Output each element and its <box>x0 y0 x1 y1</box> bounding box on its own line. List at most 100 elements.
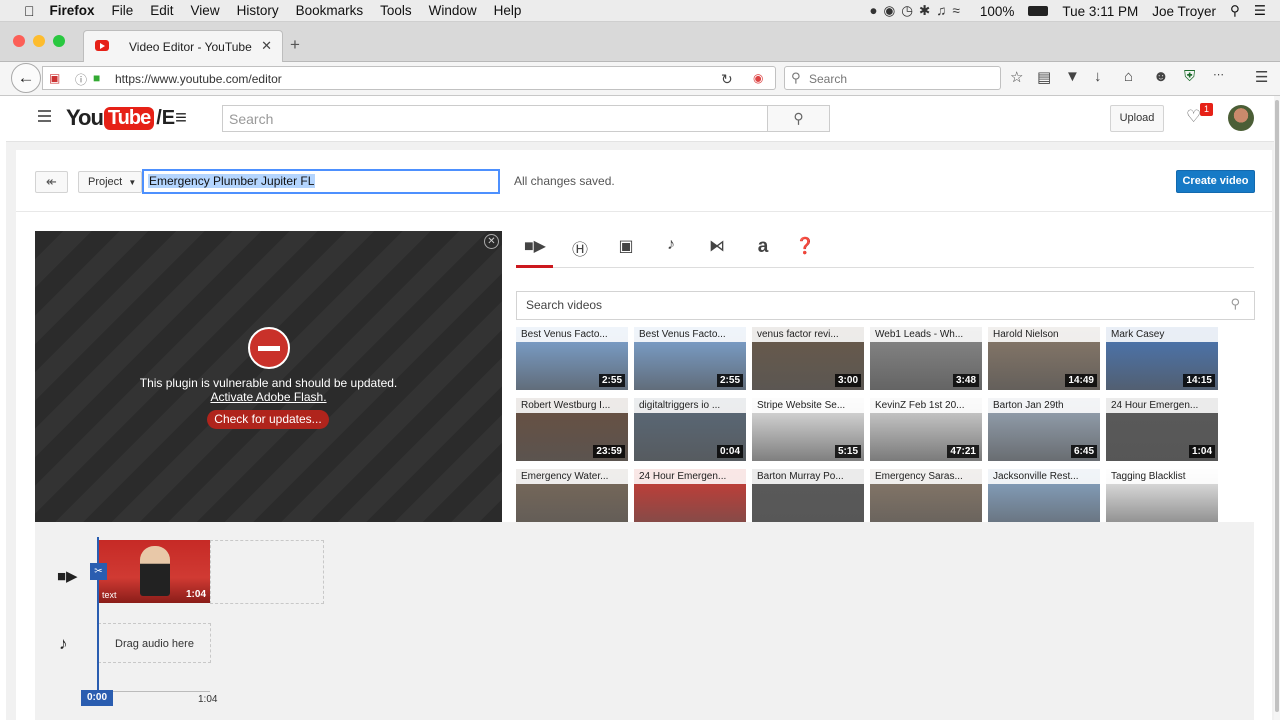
status-icons[interactable]: ●◉◷✱♫≈ <box>869 3 966 19</box>
project-dropdown-label: Project <box>88 176 123 188</box>
window-minimize-button[interactable] <box>33 35 45 47</box>
battery-percent[interactable]: 100% <box>980 4 1015 19</box>
menu-tools[interactable]: Tools <box>380 3 412 18</box>
menu-bookmarks[interactable]: Bookmarks <box>296 3 364 18</box>
emoji-icon[interactable]: ☻ <box>1153 68 1169 85</box>
close-icon[interactable]: ✕ <box>484 234 499 249</box>
back-button[interactable]: ← <box>11 63 41 93</box>
text-icon[interactable]: a <box>745 236 781 264</box>
video-duration: 6:45 <box>1070 445 1097 458</box>
youtube-logo[interactable]: You Tube /E≡ <box>66 105 187 131</box>
video-drop-zone[interactable] <box>210 540 324 604</box>
video-thumbnail[interactable]: Barton Jan 29th 6:45 <box>988 398 1100 461</box>
captions-icon[interactable]: Ⓗ <box>562 236 598 264</box>
current-time[interactable]: 0:00 <box>81 690 113 706</box>
new-tab-icon[interactable]: + <box>290 35 300 55</box>
browser-search-bar[interactable]: ⚲ Search <box>784 66 1001 90</box>
video-duration: 5:15 <box>834 445 861 458</box>
video-thumbnail[interactable]: Best Venus Facto... 2:55 <box>634 327 746 390</box>
menu-history[interactable]: History <box>237 3 279 18</box>
check-updates-button[interactable]: Check for updates... <box>207 410 329 429</box>
video-thumbnail[interactable]: Best Venus Facto... 2:55 <box>516 327 628 390</box>
site-camera-icon[interactable]: ▣ <box>49 71 60 85</box>
video-thumbnail[interactable]: Robert Westburg I... 23:59 <box>516 398 628 461</box>
user-name[interactable]: Joe Troyer <box>1152 4 1216 19</box>
transitions-icon[interactable]: ⧑ <box>699 236 735 264</box>
video-camera-icon[interactable]: ■▶ <box>517 236 553 264</box>
youtube-search-input[interactable]: Search <box>222 105 768 132</box>
reading-list-icon[interactable]: ▤ <box>1037 68 1051 86</box>
clock[interactable]: Tue 3:11 PM <box>1062 4 1138 19</box>
menu-view[interactable]: View <box>191 3 220 18</box>
help-icon[interactable]: ❓ <box>787 236 823 264</box>
menu-help[interactable]: Help <box>494 3 522 18</box>
video-thumbnail[interactable]: Barton Murray Po... <box>752 469 864 522</box>
menu-file[interactable]: File <box>112 3 134 18</box>
url-bar[interactable]: ▣ ⓘ ■ https://www.youtube.com/editor ↻ ◉ <box>42 66 776 90</box>
video-thumbnail[interactable]: venus factor revi... 3:00 <box>752 327 864 390</box>
clip-thumbnail <box>140 546 170 596</box>
pocket-icon[interactable]: ▼ <box>1065 68 1080 85</box>
notification-badge[interactable]: 1 <box>1200 103 1213 116</box>
window-maximize-button[interactable] <box>53 35 65 47</box>
battery-icon[interactable] <box>1028 6 1049 16</box>
search-icon: ⚲ <box>1230 296 1240 311</box>
apple-icon[interactable]:  <box>24 3 35 19</box>
overflow-icon[interactable]: ⋯ <box>1213 68 1224 81</box>
youtube-search-button[interactable]: ⚲ <box>767 105 830 132</box>
create-video-button[interactable]: Create video <box>1176 170 1255 193</box>
video-thumbnail[interactable]: Stripe Website Se... 5:15 <box>752 398 864 461</box>
menu-edit[interactable]: Edit <box>150 3 173 18</box>
video-thumbnail[interactable]: digitaltriggers io ... 0:04 <box>634 398 746 461</box>
project-title-input[interactable]: Emergency Plumber Jupiter FL <box>142 169 500 194</box>
video-editor: ↞ Project ▼ Emergency Plumber Jupiter FL… <box>16 150 1272 720</box>
shield-icon[interactable]: ⛨ <box>1184 68 1195 85</box>
timeline-clip[interactable]: text 1:04 <box>98 540 210 603</box>
video-thumbnail[interactable]: 24 Hour Emergen... <box>634 469 746 522</box>
video-thumbnail[interactable]: 24 Hour Emergen... 1:04 <box>1106 398 1218 461</box>
lock-icon[interactable]: ■ <box>93 71 100 85</box>
spotlight-search-icon[interactable]: ⚲ <box>1230 3 1240 19</box>
tracking-icon[interactable]: ◉ <box>753 71 763 85</box>
activate-flash-link[interactable]: Activate Adobe Flash. <box>35 390 502 404</box>
notification-center-icon[interactable]: ☰ <box>1254 3 1266 19</box>
video-thumbnail[interactable]: Emergency Saras... <box>870 469 982 522</box>
photo-camera-icon[interactable]: ▣ <box>608 236 644 264</box>
back-arrow-button[interactable]: ↞ <box>35 171 68 193</box>
home-icon[interactable]: ⌂ <box>1124 68 1133 85</box>
guide-menu-icon[interactable] <box>38 110 51 125</box>
video-thumbnail[interactable]: Harold Nielson 14:49 <box>988 327 1100 390</box>
youtube-search-placeholder: Search <box>229 111 274 127</box>
music-note-icon[interactable]: ♪ <box>653 236 689 264</box>
tab-close-icon[interactable]: ✕ <box>261 38 272 54</box>
playhead[interactable] <box>97 537 99 702</box>
video-thumbnail[interactable]: Tagging Blacklist <box>1106 469 1218 522</box>
page-scrollbar[interactable] <box>1274 96 1280 720</box>
reload-icon[interactable]: ↻ <box>721 71 733 88</box>
upload-button[interactable]: Upload <box>1110 105 1164 132</box>
browser-tab[interactable]: Video Editor - YouTube ✕ <box>83 30 283 62</box>
url-text[interactable]: https://www.youtube.com/editor <box>115 72 282 86</box>
video-preview-player[interactable]: ✕ This plugin is vulnerable and should b… <box>35 231 502 522</box>
video-duration: 2:55 <box>716 374 743 387</box>
notifications-bell-icon[interactable]: ♡ <box>1186 107 1201 127</box>
menu-icon[interactable]: ☰ <box>1255 68 1268 86</box>
info-icon[interactable]: ⓘ <box>75 71 87 88</box>
menu-window[interactable]: Window <box>429 3 477 18</box>
scissors-icon[interactable]: ✂ <box>90 563 107 580</box>
window-close-button[interactable] <box>13 35 25 47</box>
project-dropdown[interactable]: Project ▼ <box>78 171 142 193</box>
video-thumbnail[interactable]: Jacksonville Rest... <box>988 469 1100 522</box>
video-thumbnail[interactable]: Mark Casey 14:15 <box>1106 327 1218 390</box>
video-thumbnail[interactable]: Emergency Water... <box>516 469 628 522</box>
video-thumbnail[interactable]: Web1 Leads - Wh... 3:48 <box>870 327 982 390</box>
video-search-placeholder: Search videos <box>526 298 603 312</box>
video-thumbnail[interactable]: KevinZ Feb 1st 20... 47:21 <box>870 398 982 461</box>
video-search-input[interactable]: Search videos ⚲ <box>516 291 1255 320</box>
menu-app-name[interactable]: Firefox <box>50 3 95 18</box>
bookmark-star-icon[interactable]: ☆ <box>1010 68 1023 86</box>
audio-drop-zone[interactable]: Drag audio here <box>98 623 211 663</box>
video-title: venus factor revi... <box>752 327 864 342</box>
account-avatar[interactable] <box>1228 105 1254 131</box>
download-icon[interactable]: ↓ <box>1094 68 1102 85</box>
